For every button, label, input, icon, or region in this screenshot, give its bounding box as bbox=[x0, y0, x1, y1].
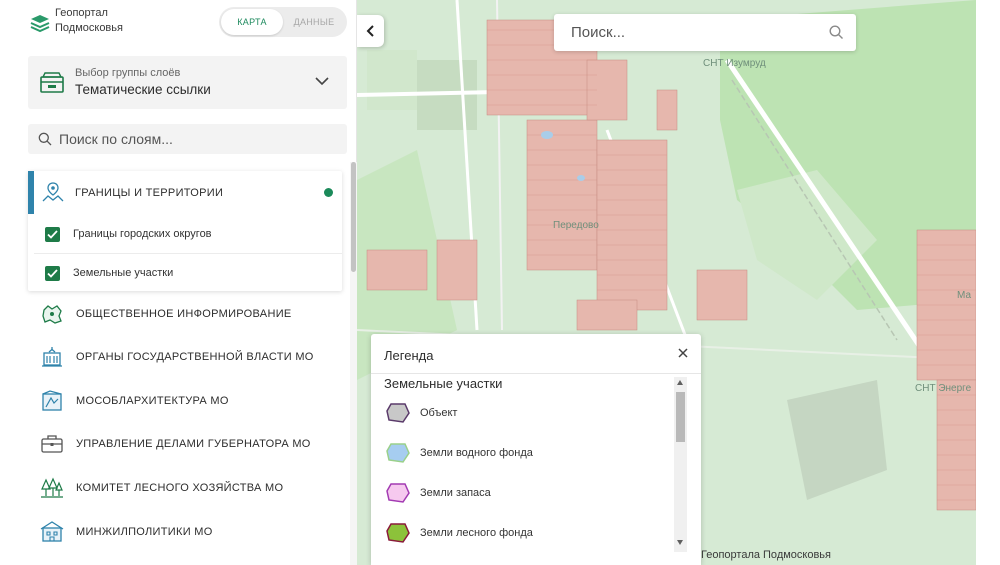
government-building-icon bbox=[42, 347, 62, 367]
territory-pin-icon bbox=[42, 182, 64, 202]
category-label: ОБЩЕСТВЕННОЕ ИНФОРМИРОВАНИЕ bbox=[76, 308, 292, 320]
trees-icon bbox=[41, 477, 63, 498]
category-governor-affairs[interactable]: УПРАВЛЕНИЕ ДЕЛАМИ ГУБЕРНАТОРА МО bbox=[28, 424, 342, 464]
scroll-up-icon[interactable] bbox=[677, 380, 683, 385]
chevron-left-icon bbox=[366, 25, 374, 37]
layer-checkbox[interactable] bbox=[45, 266, 60, 281]
map-search-input[interactable] bbox=[571, 24, 829, 41]
legend-item: Объект bbox=[386, 398, 457, 428]
forest-fund-swatch-icon bbox=[386, 523, 410, 543]
layer-group-label: Выбор группы слоёв bbox=[75, 67, 181, 79]
category-public-information[interactable]: ОБЩЕСТВЕННОЕ ИНФОРМИРОВАНИЕ bbox=[28, 294, 342, 334]
category-mosoblarchitecture[interactable]: МОСОБЛАРХИТЕКТУРА МО bbox=[28, 381, 342, 421]
architecture-blueprint-icon bbox=[42, 390, 62, 411]
parcel-object-swatch-icon bbox=[386, 403, 410, 423]
legend-item-label: Земли водного фонда bbox=[420, 447, 533, 459]
layer-group-select[interactable]: Выбор группы слоёв Тематические ссылки bbox=[28, 56, 347, 109]
category-label: МИНЖИЛПОЛИТИКИ МО bbox=[76, 526, 213, 538]
category-housing-policy[interactable]: МИНЖИЛПОЛИТИКИ МО bbox=[28, 512, 342, 552]
map-label-snt-energe: СНТ Энерге bbox=[915, 383, 972, 394]
category-label: ГРАНИЦЫ И ТЕРРИТОРИИ bbox=[75, 187, 224, 199]
category-label: КОМИТЕТ ЛЕСНОГО ХОЗЯЙСТВА МО bbox=[76, 482, 284, 494]
map-label-snt-izumrud: СНТ Изумруд bbox=[703, 58, 766, 69]
geoportal-logo-icon bbox=[30, 15, 50, 33]
layer-item-land-parcels[interactable]: Земельные участки bbox=[34, 254, 342, 292]
legend-panel: Легенда Земельные участки Объект Земли в… bbox=[371, 334, 701, 565]
layers-box-icon bbox=[40, 72, 64, 93]
region-map-icon bbox=[42, 305, 62, 324]
checkmark-icon bbox=[47, 269, 58, 278]
legend-item: Земли водного фонда bbox=[386, 438, 533, 468]
tab-data[interactable]: ДАННЫЕ bbox=[283, 9, 345, 35]
close-icon[interactable] bbox=[676, 346, 690, 360]
scrollbar-thumb[interactable] bbox=[351, 162, 356, 272]
category-label: ОРГАНЫ ГОСУДАРСТВЕННОЙ ВЛАСТИ МО bbox=[76, 351, 314, 363]
map-attribution[interactable]: Геопортала Подмосковья bbox=[701, 549, 831, 561]
category-label: УПРАВЛЕНИЕ ДЕЛАМИ ГУБЕРНАТОРА МО bbox=[76, 438, 311, 450]
map-search bbox=[554, 14, 856, 51]
briefcase-icon bbox=[41, 435, 63, 453]
search-icon bbox=[38, 132, 52, 146]
legend-item-label: Земли лесного фонда bbox=[420, 527, 533, 539]
map-label-peredovo: Передово bbox=[553, 220, 599, 231]
map-label-ma: Ма bbox=[957, 290, 972, 301]
reserve-lands-swatch-icon bbox=[386, 483, 410, 503]
mode-switch: КАРТА ДАННЫЕ bbox=[219, 7, 347, 37]
layer-checkbox[interactable] bbox=[45, 227, 60, 242]
category-label: МОСОБЛАРХИТЕКТУРА МО bbox=[76, 395, 229, 407]
search-icon[interactable] bbox=[829, 25, 844, 40]
legend-item: Земли запаса bbox=[386, 478, 491, 508]
layer-label: Земельные участки bbox=[73, 267, 174, 279]
category-forestry-committee[interactable]: КОМИТЕТ ЛЕСНОГО ХОЗЯЙСТВА МО bbox=[28, 468, 342, 508]
legend-item-label: Земли запаса bbox=[420, 487, 491, 499]
legend-section-title: Земельные участки bbox=[384, 376, 503, 391]
scrollbar-thumb[interactable] bbox=[676, 392, 685, 442]
legend-title: Легенда bbox=[384, 348, 434, 363]
layer-search bbox=[28, 124, 347, 154]
layer-item-city-districts[interactable]: Границы городских округов bbox=[34, 215, 342, 253]
tab-map[interactable]: КАРТА bbox=[221, 9, 283, 35]
sidebar-scrollbar[interactable] bbox=[350, 162, 357, 565]
legend-item: Земли лесного фонда bbox=[386, 518, 533, 548]
housing-icon bbox=[40, 521, 64, 542]
category-header[interactable]: ГРАНИЦЫ И ТЕРРИТОРИИ bbox=[28, 171, 342, 214]
app-title: Геопортал Подмосковья bbox=[55, 7, 123, 34]
checkmark-icon bbox=[47, 230, 58, 239]
category-government-bodies[interactable]: ОРГАНЫ ГОСУДАРСТВЕННОЙ ВЛАСТИ МО bbox=[28, 337, 342, 377]
category-borders-territories: ГРАНИЦЫ И ТЕРРИТОРИИ Границы городских о… bbox=[28, 171, 342, 291]
sidebar: Геопортал Подмосковья КАРТА ДАННЫЕ Выбор… bbox=[0, 0, 357, 565]
legend-scrollbar[interactable] bbox=[674, 377, 687, 552]
scroll-down-icon[interactable] bbox=[677, 540, 683, 545]
legend-item-label: Объект bbox=[420, 407, 458, 419]
water-fund-swatch-icon bbox=[386, 443, 410, 463]
layer-group-value: Тематические ссылки bbox=[75, 82, 211, 97]
layer-label: Границы городских округов bbox=[73, 228, 212, 240]
legend-divider bbox=[371, 373, 701, 374]
layer-search-input[interactable] bbox=[59, 131, 329, 147]
collapse-sidebar-button[interactable] bbox=[357, 15, 384, 47]
chevron-down-icon bbox=[315, 77, 329, 86]
active-status-dot bbox=[324, 188, 333, 197]
